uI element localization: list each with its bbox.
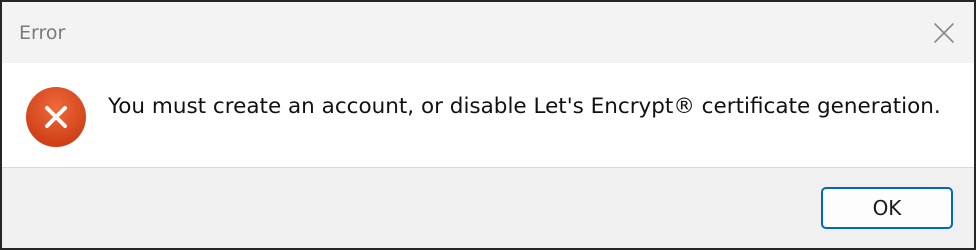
title-bar: Error <box>2 2 974 63</box>
close-icon <box>934 22 954 43</box>
error-message: You must create an account, or disable L… <box>108 94 941 119</box>
message-area: You must create an account, or disable L… <box>2 63 974 167</box>
close-button[interactable] <box>914 2 974 63</box>
button-bar: OK <box>2 168 974 248</box>
ok-button[interactable]: OK <box>821 187 953 229</box>
error-dialog: Error You must create an account, or dis… <box>0 0 976 250</box>
window-title: Error <box>19 22 66 44</box>
error-icon <box>26 87 86 147</box>
